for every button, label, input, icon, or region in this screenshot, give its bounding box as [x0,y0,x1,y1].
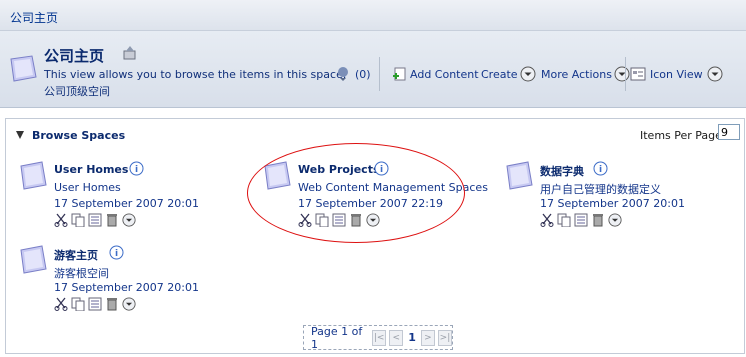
next-page-button[interactable]: > [420,329,435,346]
space-icon[interactable] [18,161,48,191]
divider [625,57,626,91]
item-actions [540,213,622,228]
copy-icon[interactable] [71,297,85,312]
delete-icon[interactable] [591,213,605,227]
more-actions-label: More Actions [541,67,612,81]
space-name[interactable]: 数据字典 [540,163,584,179]
space-subtitle: 公司顶级空间 [44,85,110,98]
chevron-down-icon [614,66,630,82]
collapse-triangle-icon[interactable] [16,131,24,139]
space-name[interactable]: 游客主页 [54,247,98,263]
create-label: Create [481,67,518,81]
space-name[interactable]: User Homes [54,163,128,176]
space-date: 17 September 2007 20:01 [54,281,199,294]
space-item: 数据字典 i 用户自己管理的数据定义 17 September 2007 20:… [504,161,724,241]
icon-view-icon [630,67,646,81]
prev-page-button[interactable]: < [389,329,404,346]
annotation-circle [247,143,465,243]
view-mode-menu[interactable]: Icon View [630,64,723,84]
space-icon [10,55,37,82]
current-page: 1 [408,331,416,344]
space-item: User Homes i User Homes 17 September 200… [18,161,238,241]
info-icon[interactable]: i [129,161,144,176]
page-title: 公司主页 [44,47,105,65]
cut-icon[interactable] [540,213,554,227]
space-date: 17 September 2007 20:01 [54,197,199,210]
space-description: 用户自己管理的数据定义 [540,183,661,196]
details-icon[interactable] [574,213,588,227]
info-icon[interactable]: i [593,161,608,176]
item-actions [54,297,136,312]
details-icon[interactable] [88,213,102,227]
last-page-button[interactable]: >| [437,329,452,346]
delete-icon[interactable] [105,297,119,311]
cut-icon[interactable] [54,297,68,311]
breadcrumb-bar: 公司主页 [0,0,746,31]
space-icon[interactable] [504,161,534,191]
space-item: 游客主页 i 游客根空间 17 September 2007 20:01 [18,245,238,325]
page-label: Page 1 of 1 [311,324,363,351]
icon-view-label: Icon View [650,67,703,81]
rss-icon [338,67,348,81]
svg-text:i: i [599,165,602,175]
chevron-down-icon[interactable] [122,213,136,227]
items-per-page-input[interactable] [718,124,740,140]
details-icon[interactable] [88,297,102,311]
add-content-button[interactable]: Add Content [392,64,479,84]
svg-text:i: i [115,249,118,259]
items-per-page-label: Items Per Page [640,129,722,142]
space-header: 公司主页 This view allows you to browse the … [0,31,746,108]
chevron-down-icon[interactable] [122,297,136,311]
info-icon[interactable]: i [109,245,124,260]
divider [379,57,380,91]
space-description: User Homes [54,181,121,194]
rss-action[interactable]: (0) [336,64,371,84]
space-description: 游客根空间 [54,267,109,280]
cut-icon[interactable] [54,213,68,227]
create-menu[interactable]: Create [481,64,536,84]
space-details-icon[interactable] [121,44,139,62]
copy-icon[interactable] [71,213,85,228]
add-content-label: Add Content [410,67,479,81]
panel-title: Browse Spaces [32,129,126,142]
chevron-down-icon [707,66,723,82]
chevron-down-icon[interactable] [608,213,622,227]
space-icon[interactable] [18,245,48,275]
add-content-icon [393,67,406,81]
pager: Page 1 of 1 |< < 1 > >| [303,324,453,351]
copy-icon[interactable] [557,213,571,228]
space-date: 17 September 2007 20:01 [540,197,685,210]
chevron-down-icon [520,66,536,82]
item-actions [54,213,136,228]
space-description: This view allows you to browse the items… [44,68,347,81]
more-actions-menu[interactable]: More Actions [541,64,630,84]
delete-icon[interactable] [105,213,119,227]
first-page-button[interactable]: |< [372,329,387,346]
breadcrumb[interactable]: 公司主页 [10,9,58,26]
svg-text:i: i [135,165,138,175]
rss-count: (0) [355,67,371,81]
